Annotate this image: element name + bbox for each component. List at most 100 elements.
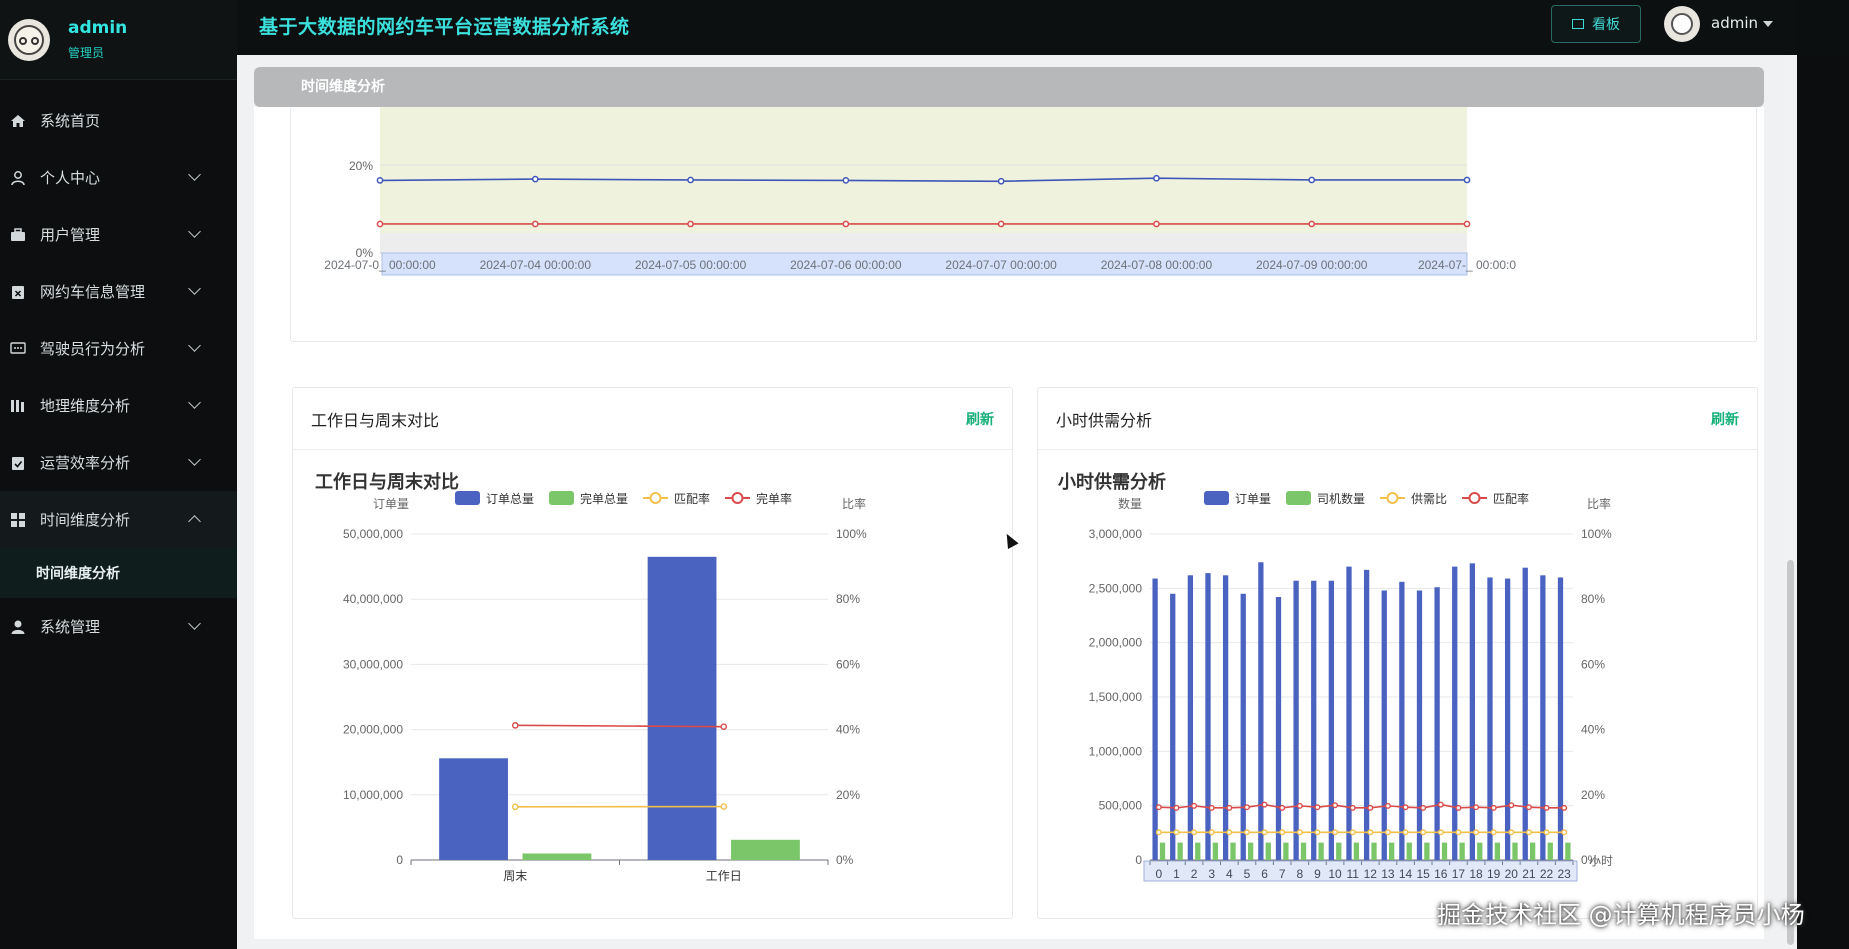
sidebar: admin 管理员 系统首页 个人中心 用户管理 网约车信息管理 驾驶员行为分析…: [0, 0, 237, 949]
bar: [1275, 597, 1282, 860]
data-point: [1473, 804, 1480, 811]
trend-chart: 20%0%2024-07-0_ 00:00:00 2024-07-04 00:00…: [324, 107, 1516, 276]
data-point: [1261, 801, 1268, 808]
bar: [1300, 842, 1307, 860]
legend-label: 完单率: [756, 491, 792, 506]
data-point: [1173, 829, 1180, 836]
data-point: [1561, 829, 1568, 836]
data-point: [1473, 829, 1480, 836]
data-point: [1367, 829, 1374, 836]
data-point: [1191, 802, 1198, 809]
data-point: [1314, 804, 1321, 811]
data-point: [1308, 176, 1316, 184]
refresh-button[interactable]: 刷新: [1711, 409, 1739, 429]
caret-down-icon[interactable]: [1763, 21, 1773, 27]
y-axis-name: 订单量: [373, 497, 409, 511]
clipboard-x-icon: [10, 284, 26, 300]
chevron-down-icon[interactable]: [188, 617, 201, 630]
chevron-up-icon[interactable]: [188, 515, 201, 528]
data-point: [1226, 829, 1233, 836]
chevron-down-icon[interactable]: [188, 453, 201, 466]
y2-tick-label: 80%: [836, 592, 860, 606]
bar: [1311, 580, 1317, 860]
data-point: [531, 175, 539, 183]
dashboard-button[interactable]: 看板: [1551, 5, 1641, 43]
scrollbar-thumb[interactable]: [1787, 560, 1794, 945]
legend-label: 匹配率: [1493, 491, 1529, 506]
bar: [1177, 842, 1183, 860]
bar: [731, 839, 800, 860]
bar: [1441, 842, 1448, 860]
bar: [1504, 578, 1511, 860]
sidebar-username: admin: [68, 18, 128, 38]
data-point: [1155, 804, 1162, 811]
vertical-scrollbar[interactable]: [1784, 55, 1797, 949]
chevron-down-icon[interactable]: [188, 339, 201, 352]
sidebar-item-5[interactable]: 地理维度分析: [0, 377, 237, 434]
data-point: [1508, 802, 1515, 809]
sidebar-item-1[interactable]: 个人中心: [0, 149, 237, 206]
legend-swatch: [731, 492, 744, 504]
sidebar-item-8[interactable]: 系统管理: [0, 598, 237, 655]
hourly-supply-demand-chart: 小时供需分析订单量 司机数量 供需比 匹配率 数量 比率 0 500,000 1,000,000…: [1058, 471, 1613, 882]
bar: [1487, 577, 1493, 860]
sidebar-item-7[interactable]: 时间维度分析: [0, 491, 237, 548]
y2-tick-label: 0%: [836, 853, 854, 867]
card-title: 工作日与周末对比: [311, 410, 440, 430]
y-tick-label: 2,500,000: [1089, 581, 1143, 595]
bar: [1247, 842, 1254, 860]
bar: [1205, 573, 1211, 860]
data-point: [1384, 802, 1391, 809]
chevron-down-icon[interactable]: [188, 282, 201, 295]
sidebar-item-6[interactable]: 运营效率分析: [0, 434, 237, 491]
data-point: [1455, 829, 1462, 836]
sidebar-item-0[interactable]: 系统首页: [0, 92, 237, 149]
dashboard-button-label: 看板: [1592, 17, 1620, 33]
data-point: [1226, 804, 1233, 811]
refresh-button[interactable]: 刷新: [966, 409, 994, 429]
bar: [647, 556, 717, 860]
sidebar-item-4[interactable]: 驾驶员行为分析: [0, 320, 237, 377]
bar: [522, 853, 592, 860]
sidebar-item-2[interactable]: 用户管理: [0, 206, 237, 263]
data-point: [376, 177, 384, 184]
chevron-down-icon[interactable]: [188, 168, 201, 181]
submenu-item-time-analysis[interactable]: 时间维度分析: [0, 548, 237, 598]
sidebar-item-label: 系统首页: [40, 112, 101, 130]
x-tick-label: 2024-07-0_ 00:00:00: [324, 258, 436, 272]
y-tick-label: 0: [1135, 853, 1142, 867]
data-point: [1153, 220, 1160, 228]
bar: [1170, 593, 1176, 860]
legend-swatch: [549, 491, 574, 505]
chevron-down-icon[interactable]: [188, 396, 201, 409]
data-point: [511, 722, 519, 729]
data-point: [1367, 804, 1374, 811]
avatar[interactable]: [8, 18, 50, 61]
data-point: [1243, 804, 1250, 811]
sidebar-item-label: 网约车信息管理: [40, 283, 146, 301]
legend-label: 订单量: [1235, 492, 1271, 506]
bar: [1363, 569, 1370, 860]
y2-tick-label: 100%: [836, 527, 867, 541]
bar: [1416, 590, 1423, 860]
data-point: [1208, 829, 1215, 836]
data-point: [1490, 829, 1497, 836]
data-point: [1261, 829, 1268, 836]
bar: [1477, 842, 1483, 860]
sidebar-item-3[interactable]: 网约车信息管理: [0, 263, 237, 320]
header-username[interactable]: admin: [1711, 14, 1758, 32]
sidebar-brand: admin 管理员: [0, 0, 237, 80]
data-point: [1279, 829, 1286, 836]
data-point: [1463, 176, 1471, 184]
y2-tick-label: 60%: [1581, 657, 1605, 671]
chart-title: 小时供需分析: [1058, 471, 1166, 492]
bar: [1258, 562, 1264, 860]
card-title: 小时供需分析: [1056, 410, 1153, 430]
header-avatar[interactable]: [1664, 6, 1700, 42]
x-tick-label: 2024-07-06 00:00:00: [790, 258, 902, 272]
data-point: [376, 220, 384, 228]
data-point: [1463, 220, 1471, 228]
bar: [1336, 842, 1342, 860]
chevron-down-icon[interactable]: [188, 225, 201, 238]
legend-label: 匹配率: [674, 491, 710, 506]
